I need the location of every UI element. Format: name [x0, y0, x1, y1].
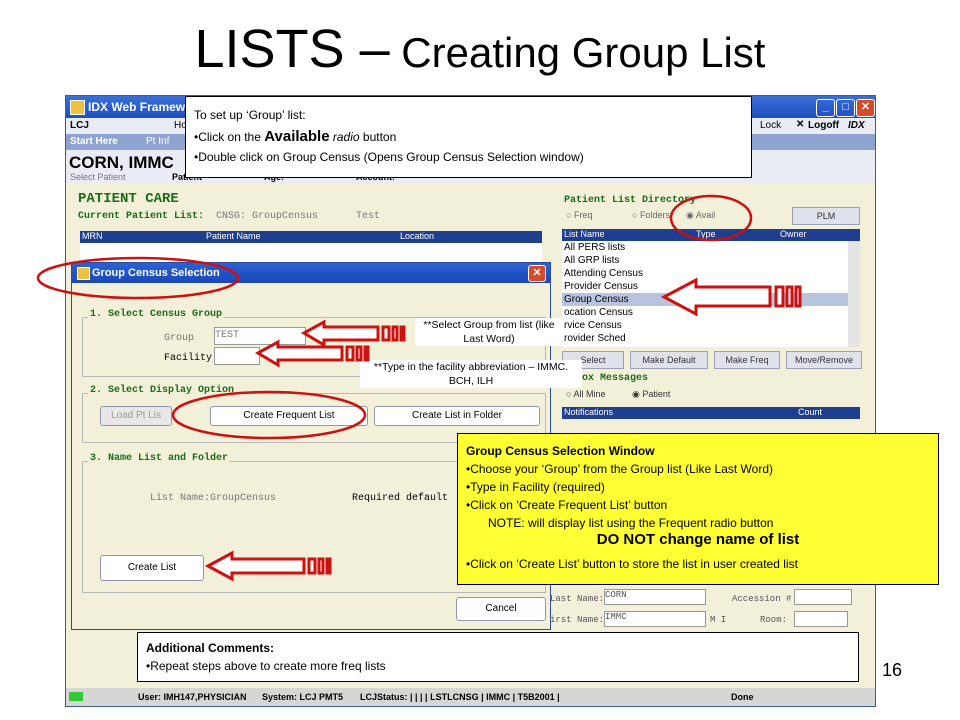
dialog-title-highlight [36, 256, 240, 300]
arrow-to-group-select [300, 319, 406, 348]
avail-radio-highlight [669, 194, 753, 242]
arrow-to-group-census [660, 277, 802, 317]
create-frequent-highlight [171, 390, 367, 440]
arrow-to-facility [254, 339, 370, 368]
arrow-to-create-list [204, 550, 332, 582]
annotation-overlay [36, 194, 802, 582]
